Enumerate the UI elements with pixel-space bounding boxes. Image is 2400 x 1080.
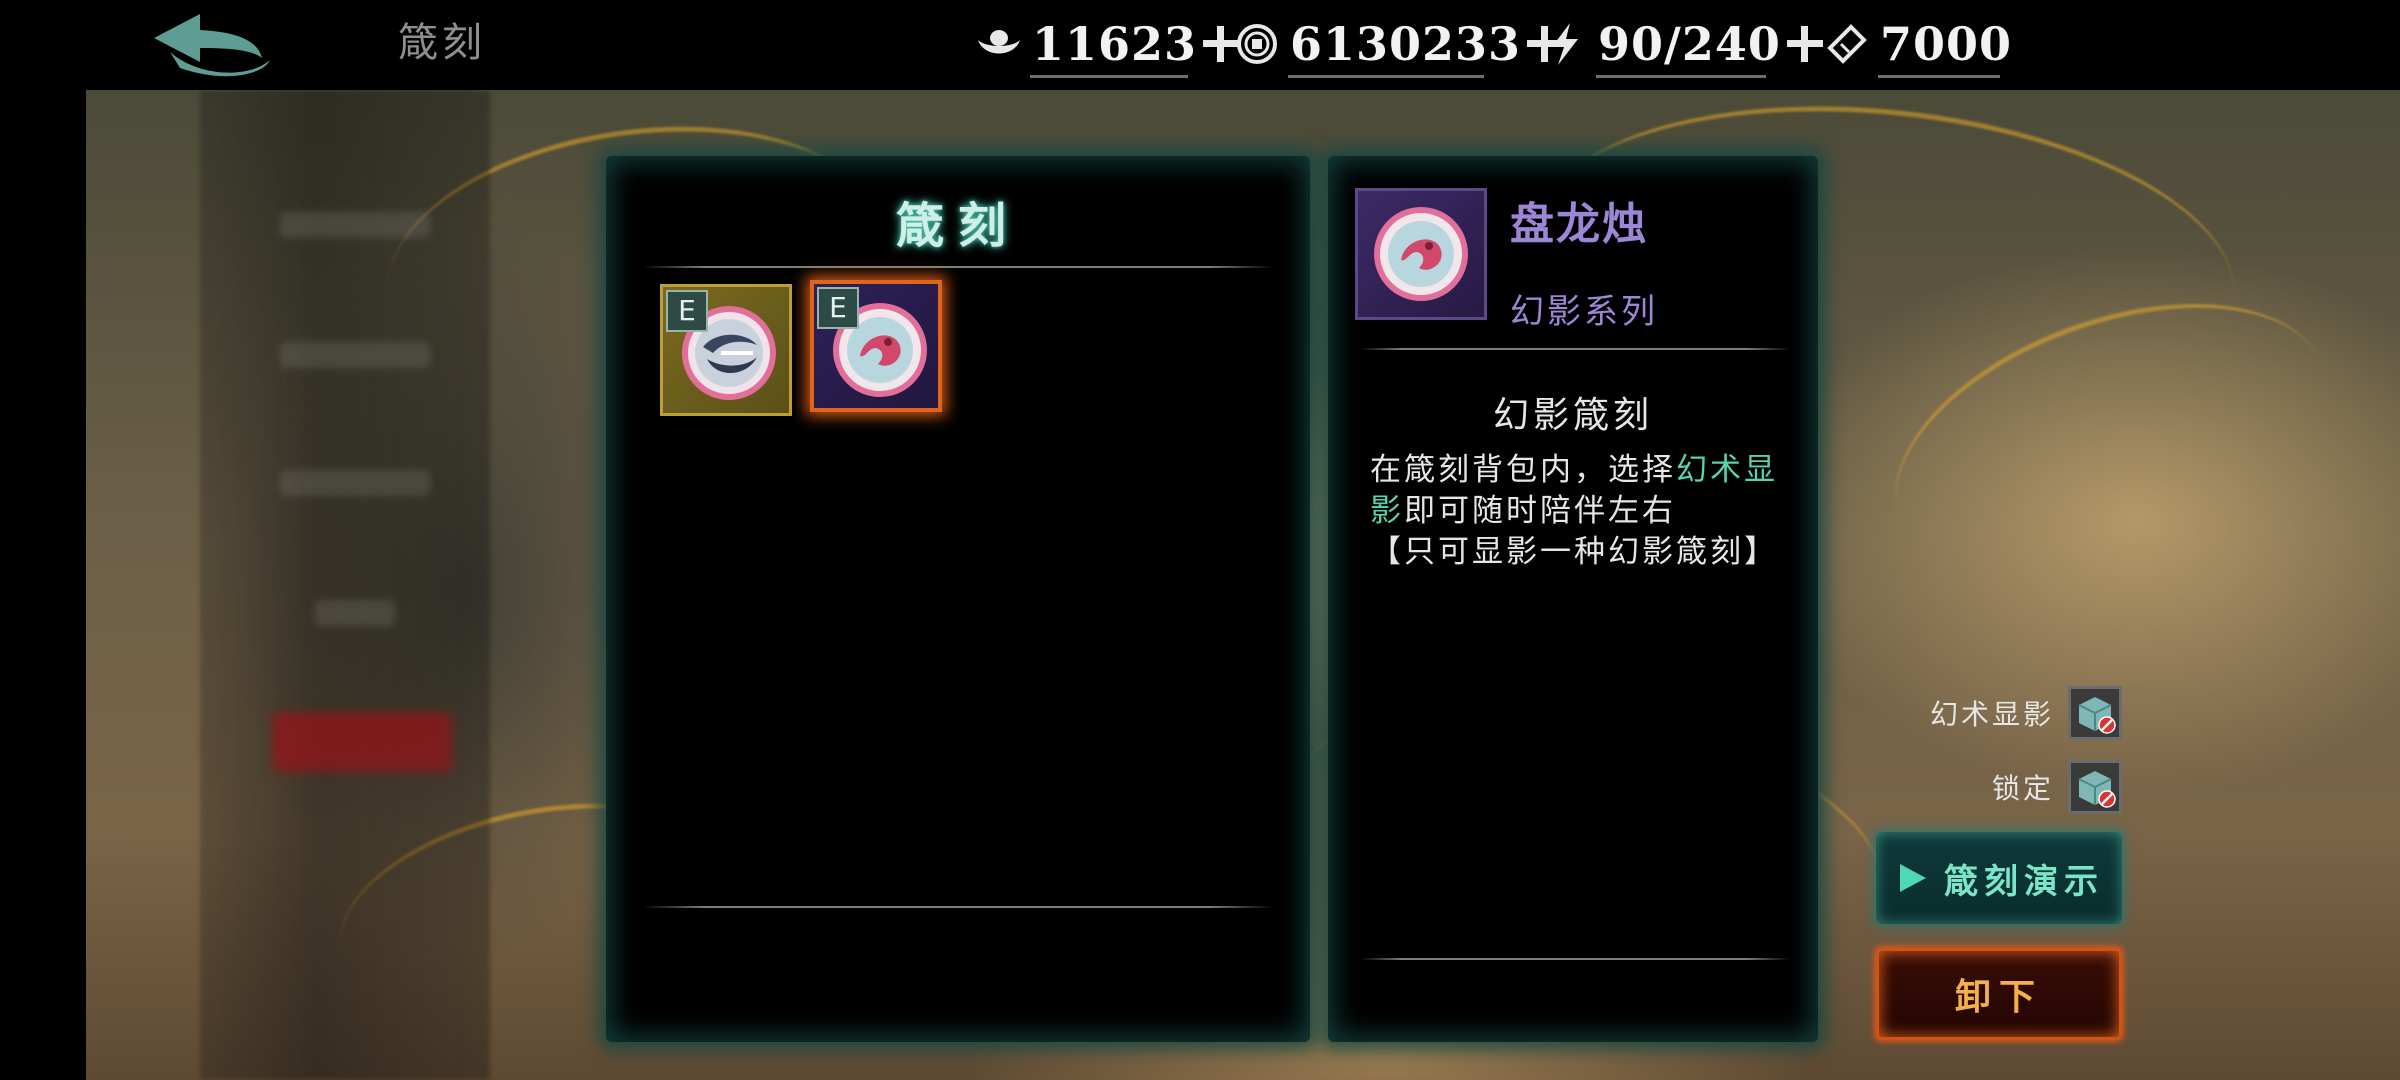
blurred-menu-tab xyxy=(280,212,430,238)
unequip-label: 卸下 xyxy=(1954,976,2043,1018)
lock-label: 锁定 xyxy=(1991,772,2054,805)
description-text: 在箴刻背包内，选择 xyxy=(1370,452,1676,488)
currency-coin: 6130233 xyxy=(1232,14,1567,78)
unequip-button[interactable]: 卸下 xyxy=(1876,948,2122,1040)
item-description: 在箴刻背包内，选择幻术显影即可随时陪伴左右 【只可显影一种幻影箴刻】 xyxy=(1370,450,1790,573)
dragon-medallion-icon xyxy=(1374,207,1468,301)
item-name: 盘龙烛 xyxy=(1510,199,1648,250)
lightning-stamina-icon xyxy=(1540,19,1590,69)
equipped-badge: E xyxy=(817,287,859,329)
cube-disabled-icon xyxy=(2078,771,2116,808)
item-series: 幻影系列 xyxy=(1510,292,1658,332)
blurred-menu-tab xyxy=(280,470,430,496)
blurred-menu-tab xyxy=(315,600,395,626)
equipped-badge: E xyxy=(666,290,708,332)
blurred-menu-tab-active xyxy=(272,712,452,772)
cube-disabled-icon xyxy=(2078,697,2116,734)
top-bar: 箴刻 11623 6130233 90/240 7000 xyxy=(0,0,2400,90)
description-title: 幻影箴刻 xyxy=(1492,395,1653,436)
currency-silver: 11623 xyxy=(974,14,1243,78)
back-arrow-icon xyxy=(154,14,270,77)
ticket-icon xyxy=(1822,19,1872,69)
copper-coin-icon xyxy=(1232,19,1282,69)
inscription-demo-label: 箴刻演示 xyxy=(1944,861,2104,902)
description-text: 即可随时陪伴左右 xyxy=(1404,493,1676,529)
currency-value: 90/240 xyxy=(1598,17,1781,71)
page-title: 箴刻 xyxy=(398,20,486,66)
inscription-inventory-panel: 箴刻 E E xyxy=(606,156,1310,1042)
divider xyxy=(642,906,1274,908)
blurred-side-menu xyxy=(200,90,490,1080)
inscription-detail-panel: 盘龙烛 幻影系列 幻影箴刻 在箴刻背包内，选择幻术显影即可随时陪伴左右 【只可显影… xyxy=(1328,156,1818,1042)
description-note: 【只可显影一种幻影箴刻】 xyxy=(1370,534,1778,570)
currency-value: 6130233 xyxy=(1290,17,1522,71)
play-icon xyxy=(1900,864,1926,892)
lock-toggle-row: 锁定 xyxy=(1992,758,2122,816)
plus-icon[interactable] xyxy=(1783,22,1827,66)
inscription-demo-button[interactable]: 箴刻演示 xyxy=(1876,832,2122,924)
currency-value: 11623 xyxy=(1032,17,1198,71)
divider xyxy=(1360,348,1790,350)
silver-ingot-icon xyxy=(974,19,1024,69)
currency-stamina: 90/240 xyxy=(1540,14,1827,78)
lock-toggle[interactable] xyxy=(2068,760,2122,814)
illusion-display-label: 幻术显影 xyxy=(1929,698,2054,731)
panel-title: 箴刻 xyxy=(895,198,1020,254)
divider xyxy=(1360,958,1790,960)
back-button[interactable] xyxy=(140,8,280,82)
item-icon xyxy=(1355,188,1487,320)
divider xyxy=(642,266,1274,268)
currency-ticket: 7000 xyxy=(1822,14,2013,78)
blurred-menu-tab xyxy=(280,342,430,368)
illusion-display-toggle-row: 幻术显影 xyxy=(1930,684,2122,742)
inventory-slot-selected[interactable]: E xyxy=(810,280,942,412)
illusion-display-toggle[interactable] xyxy=(2068,686,2122,740)
currency-value: 7000 xyxy=(1880,17,2013,71)
inventory-slot[interactable]: E xyxy=(660,284,792,416)
